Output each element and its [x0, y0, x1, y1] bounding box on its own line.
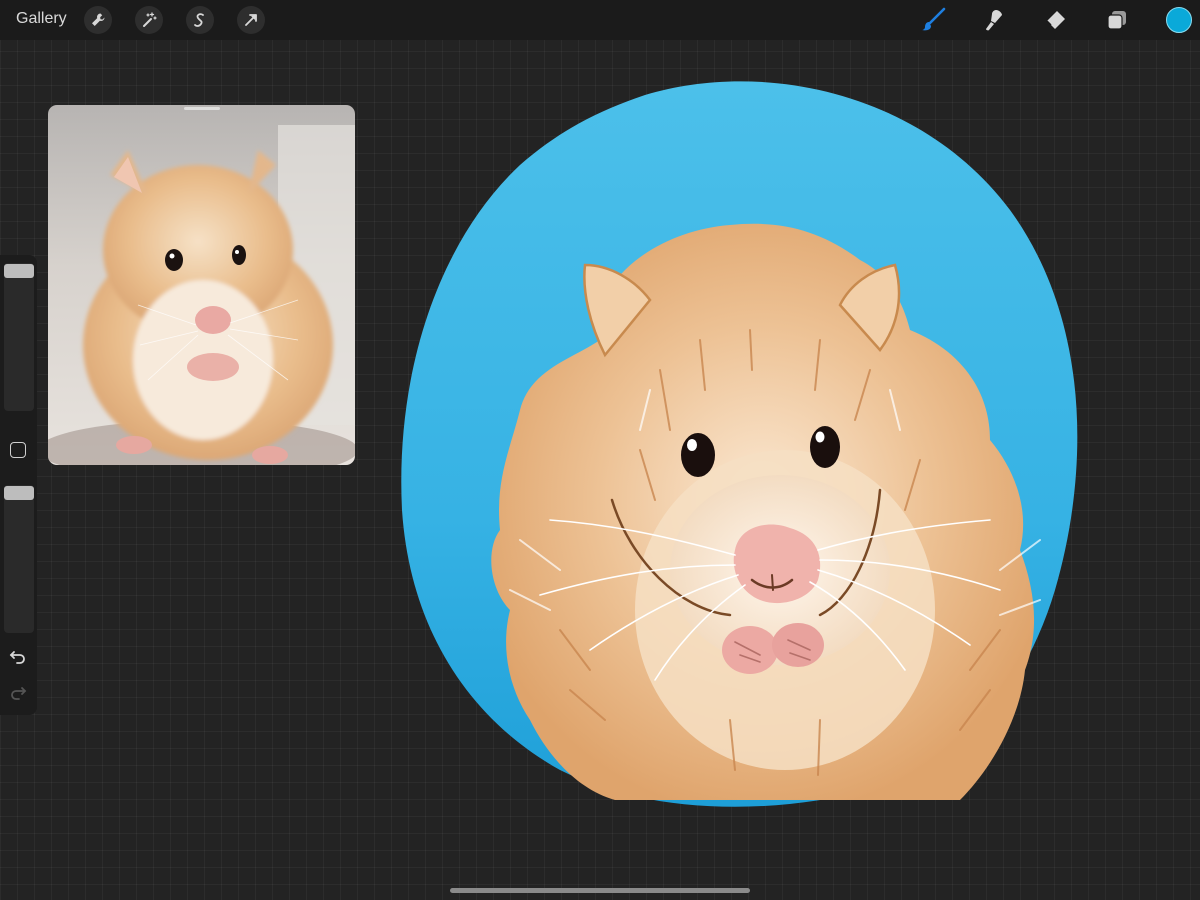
wrench-icon[interactable]: [84, 6, 112, 34]
selection-icon[interactable]: [186, 6, 214, 34]
hamster-painting[interactable]: [400, 70, 1090, 815]
brush-opacity-knob[interactable]: [4, 486, 34, 500]
brush-size-knob[interactable]: [4, 264, 34, 278]
top-toolbar: Gallery: [0, 0, 1200, 40]
smudge-icon[interactable]: [980, 6, 1008, 34]
brush-icon[interactable]: [919, 6, 947, 34]
home-indicator[interactable]: [450, 888, 750, 893]
left-sidebar: [0, 255, 37, 715]
layers-icon[interactable]: [1103, 6, 1131, 34]
undo-icon[interactable]: [8, 647, 28, 667]
color-swatch-button[interactable]: [1166, 7, 1192, 33]
redo-icon[interactable]: [8, 683, 28, 703]
hamster-photo: [48, 105, 355, 465]
brush-opacity-slider[interactable]: [4, 485, 34, 633]
modify-square-icon[interactable]: [10, 442, 26, 458]
brush-size-slider[interactable]: [4, 263, 34, 411]
transform-arrow-icon[interactable]: [237, 6, 265, 34]
gallery-button[interactable]: Gallery: [16, 10, 67, 28]
eraser-icon[interactable]: [1041, 6, 1069, 34]
reference-window-drag-handle[interactable]: [184, 107, 220, 110]
magic-wand-icon[interactable]: [135, 6, 163, 34]
reference-image-window[interactable]: [48, 105, 355, 465]
